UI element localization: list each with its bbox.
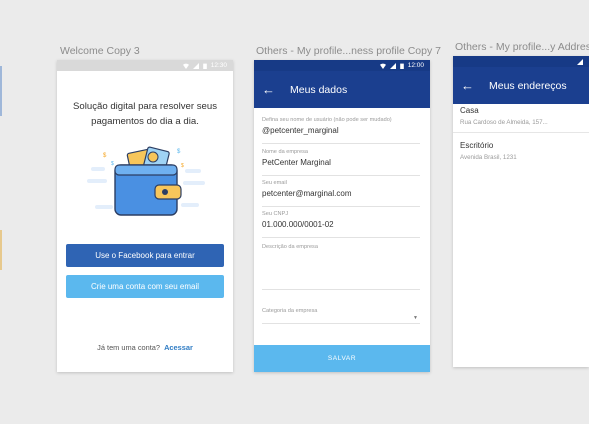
address-name: Casa [460,106,479,115]
address-name: Escritório [460,141,494,150]
description-field[interactable]: Descrição da empresa [262,244,420,290]
field-value[interactable]: 01.000.000/0001-02 [262,220,420,229]
welcome-screen: 12:30 Solução digital para resolver seus… [57,60,233,372]
wifi-icon [379,63,386,69]
field-label: Seu CNPJ [262,211,289,217]
svg-text:$: $ [111,161,114,167]
artboard-label-addresses[interactable]: Others - My profile...y Addresse [455,41,589,53]
app-bar: ← Meus endereços [453,67,589,104]
wallet-illustration: $ $ $ $ [87,146,205,216]
category-select[interactable]: Categoria da empresa ▼ [262,308,420,324]
email-signup-button[interactable]: Crie uma conta com seu email [66,275,224,298]
field-value[interactable]: PetCenter Marginal [262,158,420,167]
headline-line-2: pagamentos do dia a dia. [91,116,199,127]
email-field[interactable]: Seu email petcenter@marginal.com [262,180,420,207]
signal-icon [577,58,583,65]
battery-icon [202,63,207,69]
adjacent-artboard-edge [0,0,3,424]
login-prompt-row: Já tem uma conta? Acessar [57,343,233,352]
signal-icon [389,62,396,69]
addresses-screen: ← Meus endereços Casa Rua Cardoso de Alm… [453,56,589,367]
company-name-field[interactable]: Nome da empresa PetCenter Marginal [262,149,420,176]
svg-text:$: $ [103,153,107,159]
back-arrow-icon[interactable]: ← [262,83,276,96]
address-line: Rua Cardoso de Almeida, 157... [460,119,548,126]
address-item[interactable]: Escritório Avenida Brasil, 1231 [460,141,589,161]
field-label: Defina seu nome de usuário (não pode ser… [262,117,392,123]
welcome-headline: Solução digital para resolver seus pagam… [57,99,233,129]
field-label: Categoria da empresa [262,308,318,314]
profile-screen: 12:00 ← Meus dados Defina seu nome de us… [254,60,430,372]
status-bar: 12:30 [57,60,233,71]
battery-icon [399,63,404,69]
headline-line-1: Solução digital para resolver seus [73,101,217,112]
app-bar: ← Meus dados [254,71,430,108]
page-title: Meus dados [290,83,348,96]
status-clock: 12:00 [407,62,424,69]
save-button[interactable]: SALVAR [254,345,430,372]
field-label: Nome da empresa [262,149,309,155]
artboard-label-profile[interactable]: Others - My profile...ness profile Copy … [256,45,441,57]
status-bar: 12:00 [254,60,430,71]
page-title: Meus endereços [489,79,567,92]
status-bar [453,56,589,67]
signal-icon [192,62,199,69]
back-arrow-icon[interactable]: ← [461,79,475,92]
field-label: Descrição da empresa [262,244,318,250]
wifi-icon [182,63,189,69]
divider [453,132,589,133]
svg-text:$: $ [177,149,181,155]
facebook-login-button[interactable]: Use o Facebook para entrar [66,244,224,267]
address-item[interactable]: Casa Rua Cardoso de Almeida, 157... [460,106,589,126]
field-label: Seu email [262,180,287,186]
field-value[interactable]: petcenter@marginal.com [262,189,420,198]
login-link[interactable]: Acessar [164,343,193,352]
dropdown-arrow-icon[interactable]: ▼ [413,315,418,321]
address-line: Avenida Brasil, 1231 [460,154,517,161]
username-field[interactable]: Defina seu nome de usuário (não pode ser… [262,117,420,144]
artboard-label-welcome[interactable]: Welcome Copy 3 [60,45,140,57]
cnpj-field[interactable]: Seu CNPJ 01.000.000/0001-02 [262,211,420,238]
status-clock: 12:30 [210,62,227,69]
login-prompt-text: Já tem uma conta? [97,343,161,352]
svg-text:$: $ [181,163,184,169]
field-value[interactable]: @petcenter_marginal [262,126,420,135]
